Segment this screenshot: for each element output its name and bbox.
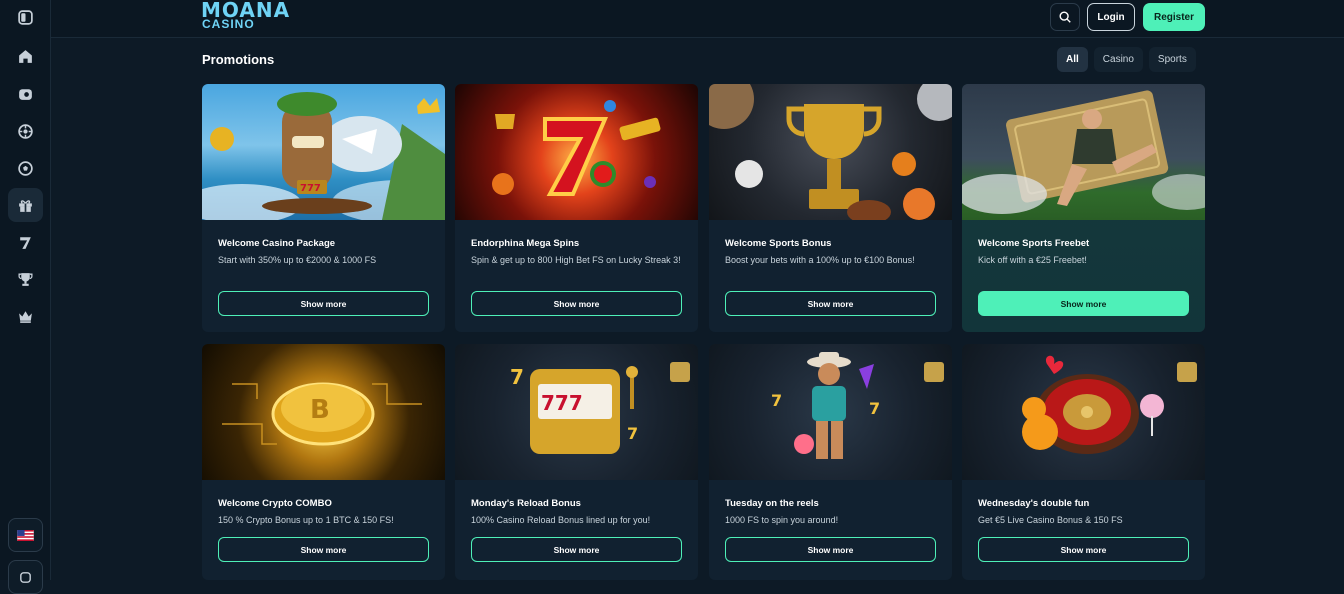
promo-description: Get €5 Live Casino Bonus & 150 FS — [978, 515, 1123, 525]
promo-image-football-ticket — [962, 84, 1205, 220]
promo-description: 150 % Crypto Bonus up to 1 BTC & 150 FS! — [218, 515, 394, 525]
home-icon[interactable] — [8, 39, 43, 73]
calendar-icon — [924, 362, 944, 382]
roulette-icon[interactable] — [8, 114, 43, 148]
promo-card-welcome-sports[interactable]: Welcome Sports Bonus Boost your bets wit… — [709, 84, 952, 332]
promo-description: 1000 FS to spin you around! — [725, 515, 839, 525]
svg-text:7: 7 — [869, 399, 880, 418]
promo-card-welcome-casino[interactable]: 777 Welcome Casino Package Start with 35… — [202, 84, 445, 332]
toggle-sidebar-icon[interactable] — [8, 0, 43, 34]
svg-text:7: 7 — [771, 391, 782, 410]
crown-icon[interactable] — [8, 299, 43, 333]
page-title: Promotions — [202, 52, 275, 67]
promo-image-slot-machine: 777 7 7 — [455, 344, 698, 480]
show-more-button[interactable]: Show more — [978, 537, 1189, 562]
promo-description: 100% Casino Reload Bonus lined up for yo… — [471, 515, 651, 525]
calendar-icon — [670, 362, 690, 382]
promo-image-roulette-bear — [962, 344, 1205, 480]
promo-image-golden-trophy — [709, 84, 952, 220]
svg-text:B: B — [310, 395, 330, 425]
show-more-button[interactable]: Show more — [471, 291, 682, 316]
promo-title: Welcome Casino Package — [218, 238, 336, 249]
casino-logo[interactable]: MOANA CASINO — [201, 0, 289, 32]
search-icon — [1059, 11, 1071, 23]
top-header: MOANA CASINO Login Register — [51, 0, 1344, 38]
casino-chip-icon[interactable] — [8, 77, 43, 111]
promo-filter-tabs: All Casino Sports — [1057, 47, 1196, 72]
calendar-icon — [1177, 362, 1197, 382]
register-button[interactable]: Register — [1143, 3, 1205, 31]
promo-description: Boost your bets with a 100% up to €100 B… — [725, 255, 915, 265]
svg-text:777: 777 — [541, 391, 583, 415]
promo-description: Start with 350% up to €2000 & 1000 FS — [218, 255, 377, 265]
football-icon[interactable] — [8, 151, 43, 185]
show-more-button[interactable]: Show more — [218, 291, 429, 316]
promo-title: Welcome Crypto COMBO — [218, 498, 332, 509]
search-button[interactable] — [1050, 3, 1080, 31]
promo-title: Endorphina Mega Spins — [471, 238, 580, 249]
promo-image-bitcoin-coin: B — [202, 344, 445, 480]
promo-card-sports-freebet[interactable]: Welcome Sports Freebet Kick off with a €… — [962, 84, 1205, 332]
sidebar — [0, 0, 51, 594]
language-flag-icon[interactable] — [8, 518, 43, 552]
login-button[interactable]: Login — [1087, 3, 1135, 31]
gift-icon[interactable] — [8, 188, 43, 222]
trophy-icon[interactable] — [8, 262, 43, 296]
promo-card-crypto-combo[interactable]: B Welcome Crypto COMBO 150 % Crypto Bonu… — [202, 344, 445, 580]
promo-title: Welcome Sports Freebet — [978, 238, 1090, 249]
filter-tab-casino[interactable]: Casino — [1093, 47, 1143, 72]
svg-text:7: 7 — [627, 424, 638, 443]
promo-title: Welcome Sports Bonus — [725, 238, 832, 249]
seven-icon[interactable] — [8, 225, 43, 259]
svg-text:7: 7 — [510, 365, 524, 389]
promo-image-lucky-seven — [455, 84, 698, 220]
promo-title: Wednesday's double fun — [978, 498, 1090, 509]
svg-text:777: 777 — [300, 183, 321, 194]
filter-tab-all[interactable]: All — [1057, 47, 1088, 72]
promo-image-tiki-shark: 777 — [202, 84, 445, 220]
extra-menu-icon[interactable] — [8, 560, 43, 594]
promo-card-monday-reload[interactable]: 777 7 7 Monday's Reload Bonus 100% Casin… — [455, 344, 698, 580]
filter-tab-sports[interactable]: Sports — [1148, 47, 1196, 72]
promo-title: Tuesday on the reels — [725, 498, 819, 509]
promo-description: Spin & get up to 800 High Bet FS on Luck… — [471, 255, 681, 265]
show-more-button[interactable]: Show more — [725, 537, 936, 562]
show-more-button[interactable]: Show more — [978, 291, 1189, 316]
promo-title: Monday's Reload Bonus — [471, 498, 581, 509]
promo-card-tuesday-reels[interactable]: 7 7 Tuesday on the reels 1000 FS to spin… — [709, 344, 952, 580]
show-more-button[interactable]: Show more — [471, 537, 682, 562]
promo-card-endorphina[interactable]: Endorphina Mega Spins Spin & get up to 8… — [455, 84, 698, 332]
show-more-button[interactable]: Show more — [218, 537, 429, 562]
promo-image-cowboy: 7 7 — [709, 344, 952, 480]
show-more-button[interactable]: Show more — [725, 291, 936, 316]
promo-card-wednesday-fun[interactable]: Wednesday's double fun Get €5 Live Casin… — [962, 344, 1205, 580]
promo-description: Kick off with a €25 Freebet! — [978, 255, 1087, 265]
